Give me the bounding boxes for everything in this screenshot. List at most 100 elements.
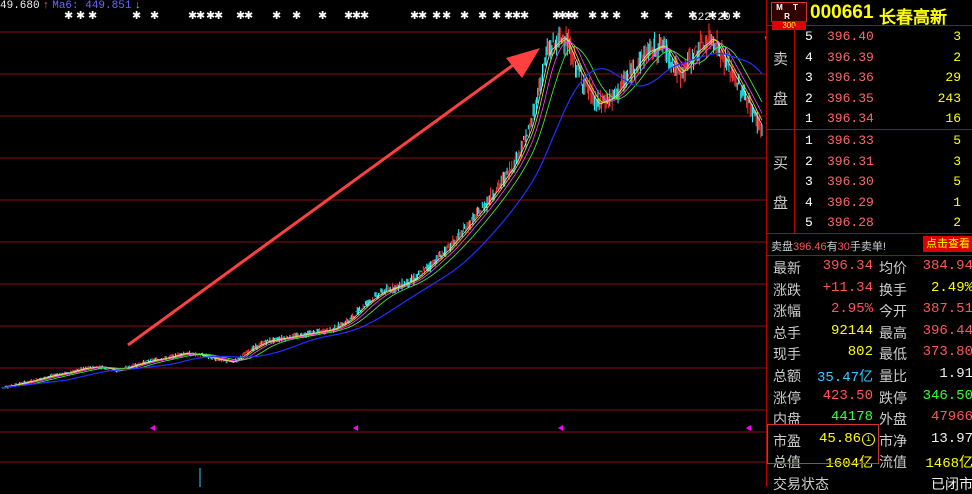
order-volume: 243 bbox=[937, 90, 961, 106]
stock-name: 长春高新 bbox=[879, 8, 947, 28]
notice-suffix: 手卖单! bbox=[849, 241, 886, 253]
event-marker: ✱ bbox=[600, 9, 609, 22]
quote-value: 92144 bbox=[830, 322, 873, 339]
event-marker: ✱ bbox=[492, 9, 501, 22]
sell-side-label: 卖 盘 bbox=[767, 26, 795, 129]
event-marker: ✱ bbox=[442, 9, 451, 22]
quote-row: 总额 35.47亿 量比 1.91 bbox=[767, 364, 972, 386]
sell-orderbook: 卖 盘 5 396.40 3 4 396.39 2 3 396.36 29 2 396.35 243 1… bbox=[767, 26, 972, 130]
quote-label: 涨幅 bbox=[773, 304, 801, 321]
period-marker bbox=[353, 425, 358, 431]
quote-value-2: 1.91 bbox=[939, 365, 972, 382]
sell-label-char-2: 盘 bbox=[773, 90, 789, 108]
ma-line-blue bbox=[1, 52, 763, 389]
event-marker: ✱ bbox=[588, 9, 597, 22]
order-volume: 5 bbox=[953, 133, 961, 148]
quote-value-2: 396.44 bbox=[922, 322, 972, 339]
quote-row: 交易状态 已闭市 bbox=[767, 472, 972, 494]
sell-order-row[interactable]: 3 396.36 29 bbox=[795, 70, 972, 90]
order-level: 3 bbox=[805, 174, 813, 190]
order-price: 396.28 bbox=[827, 215, 874, 231]
quote-value: 44178 bbox=[830, 409, 873, 426]
period-marker bbox=[746, 425, 751, 431]
event-marker: ✱ bbox=[272, 9, 281, 22]
high-price-label: 522.20 bbox=[691, 12, 731, 24]
buy-order-row[interactable]: 5 396.28 2 bbox=[795, 215, 972, 235]
quote-label: 最新 bbox=[773, 261, 801, 277]
event-marker: ✱ bbox=[640, 9, 649, 22]
quote-value: 35.47亿 bbox=[816, 369, 873, 386]
sell-order-row[interactable]: 4 396.39 2 bbox=[795, 50, 972, 70]
event-marker: ✱ bbox=[214, 9, 223, 22]
order-level: 2 bbox=[805, 90, 813, 106]
event-marker: ✱ bbox=[196, 9, 205, 22]
quote-label: 涨跌 bbox=[773, 282, 801, 299]
order-volume: 2 bbox=[953, 215, 961, 231]
mtr-badge[interactable]: M T R 300 bbox=[771, 2, 807, 30]
quote-label: 现手 bbox=[773, 347, 801, 364]
order-level: 5 bbox=[805, 29, 813, 44]
quote-value: 802 bbox=[847, 344, 873, 361]
quote-label-2: 流值 bbox=[879, 455, 907, 472]
quote-label-2: 最低 bbox=[879, 347, 907, 364]
quote-label: 总手 bbox=[773, 325, 801, 342]
buy-label-char-2: 盘 bbox=[773, 194, 789, 212]
notice-mid: 有 bbox=[826, 241, 838, 253]
buy-order-row[interactable]: 2 396.31 3 bbox=[795, 154, 972, 174]
sell-order-row[interactable]: 1 396.34 16 bbox=[795, 111, 972, 131]
event-marker: ✱ bbox=[664, 9, 673, 22]
up-arrow-icon: ↑ bbox=[42, 0, 50, 12]
event-marker: ✱ bbox=[732, 9, 741, 22]
quote-value: 423.50 bbox=[822, 387, 873, 404]
quote-value-2: 346.50 bbox=[922, 387, 972, 404]
notice-count: 30 bbox=[837, 241, 850, 253]
buy-side-label: 买 盘 bbox=[767, 130, 795, 233]
quote-row: 涨幅 2.95% 今开 387.51 bbox=[767, 299, 972, 321]
stock-header: M T R 300 000661 长春高新 bbox=[767, 0, 972, 30]
event-marker: ✱ bbox=[570, 9, 579, 22]
order-level: 1 bbox=[805, 133, 813, 148]
mtr-badge-top: M T R bbox=[776, 3, 802, 21]
order-level: 2 bbox=[805, 153, 813, 169]
period-marker bbox=[558, 425, 563, 431]
order-level: 5 bbox=[805, 215, 813, 231]
kline-chart-canvas[interactable]: ✱ ✱ ✱ ✱ ✱ ✱✱ ✱✱ ✱✱ ✱ ✱ ✱ ✱✱✱ ✱✱ ✱ ✱ ✱ ✱ ✱ ✱✱✱ ✱✱✱✱ ✱ ✱ ✱ ✱ ✱ ✱ ✱ ✱ ✱ bbox=[0, 0, 784, 487]
sell-order-row[interactable]: 5 396.40 3 bbox=[795, 29, 972, 49]
buy-order-row[interactable]: 1 396.33 5 bbox=[795, 133, 972, 153]
sell-order-row[interactable]: 2 396.35 243 bbox=[795, 91, 972, 111]
trend-arrow-shaft bbox=[127, 58, 521, 347]
ma-readout: Ma6: 449.851 bbox=[52, 0, 132, 12]
order-volume: 16 bbox=[945, 111, 961, 127]
quote-value-2: 2.49% bbox=[930, 279, 972, 296]
order-level: 1 bbox=[805, 111, 813, 127]
period-marker bbox=[150, 425, 155, 431]
event-marker: ✱ bbox=[478, 9, 487, 22]
event-marker: ✱ bbox=[418, 9, 427, 22]
event-marker: ✱ bbox=[432, 9, 441, 22]
highlight-box bbox=[767, 424, 879, 464]
quote-value-2: 已闭市 bbox=[931, 477, 972, 494]
stock-code: 000661 bbox=[810, 2, 874, 23]
buy-orderbook: 买 盘 1 396.33 5 2 396.31 3 3 396.30 5 4 396.29 1 5 396… bbox=[767, 130, 972, 234]
quote-value-2: 384.94 bbox=[922, 258, 972, 274]
quote-row: 最新 396.34 均价 384.94 bbox=[767, 256, 972, 278]
quote-row: 总手 92144 最高 396.44 bbox=[767, 321, 972, 343]
quote-label: 涨停 bbox=[773, 390, 801, 407]
event-marker: ✱ bbox=[318, 9, 327, 22]
quote-value-2: 1468亿 bbox=[925, 456, 972, 473]
kline-chart[interactable]: ✱ ✱ ✱ ✱ ✱ ✱ ✱ ✱ ✱ ✱ ✱ ✱ ✱ ✱ ✱ ✱ ✱ ✱ ✱ ✱ ✱ ✱ ✱ ✱ ✱ ✱ ✱ ✱ ✱ ✱ ✱ ✱ ✱ ✱ ✱ ✱ ✱ ✱ ✱ ✱… bbox=[0, 0, 784, 487]
event-marker: ✱ bbox=[460, 9, 469, 22]
quote-value-2: 47966 bbox=[930, 409, 972, 426]
view-details-button[interactable]: 点击查看 bbox=[923, 236, 972, 252]
ma-line-green bbox=[1, 46, 763, 389]
down-arrow-icon: ↓ bbox=[134, 0, 142, 12]
quote-panel: M T R 300 000661 长春高新 卖 盘 5 396.40 3 4 396.3… bbox=[766, 0, 972, 494]
order-price: 396.33 bbox=[827, 133, 874, 148]
order-volume: 1 bbox=[953, 194, 961, 210]
quote-value: 2.95% bbox=[830, 301, 873, 318]
event-marker: ✱ bbox=[292, 9, 301, 22]
quote-label-2: 外盘 bbox=[879, 412, 907, 429]
buy-order-row[interactable]: 4 396.29 1 bbox=[795, 195, 972, 215]
buy-order-row[interactable]: 3 396.30 5 bbox=[795, 174, 972, 194]
quote-row: 涨停 423.50 跌停 346.50 bbox=[767, 386, 972, 408]
